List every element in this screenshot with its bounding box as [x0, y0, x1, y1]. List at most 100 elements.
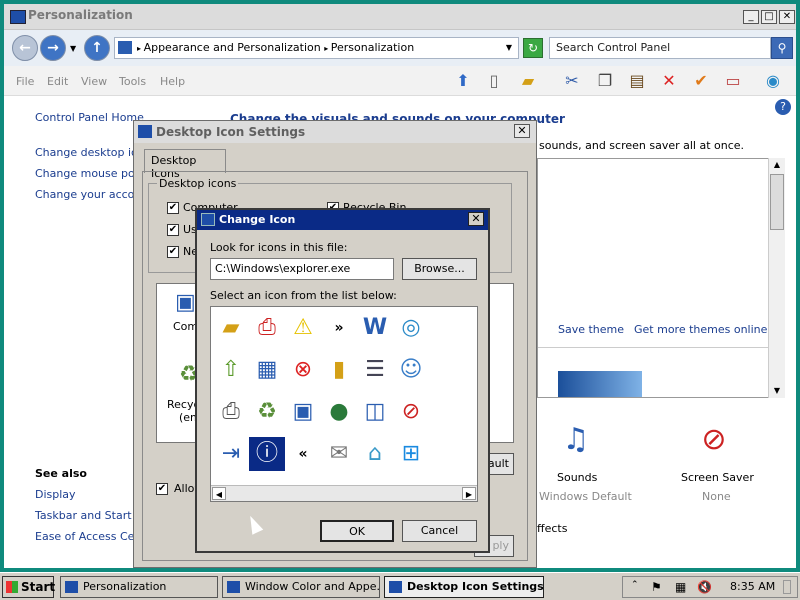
folder-up-icon[interactable]: ⇧	[213, 353, 249, 387]
close-button[interactable]: ✕	[779, 10, 795, 24]
file-path-input[interactable]: C:\Windows\explorer.exe	[210, 258, 394, 280]
scroll-down-icon[interactable]: ▼	[770, 384, 784, 398]
action-center-flag-icon[interactable]: ⚑	[651, 580, 662, 594]
taskbar-item-personalization[interactable]: Personalization	[60, 576, 218, 598]
save-theme-link[interactable]: Save theme	[558, 323, 624, 336]
folder-icon[interactable]: ▰	[517, 70, 539, 92]
computer-icon[interactable]: ▣	[175, 290, 196, 315]
link-control-panel-home[interactable]: Control Panel Home	[35, 111, 144, 124]
sounds-icon[interactable]: ♫	[552, 418, 600, 462]
theme-scrollbar[interactable]: ▲ ▼	[768, 158, 785, 398]
taskbar-item-window-color[interactable]: Window Color and Appe...	[222, 576, 380, 598]
windows-logo-icon[interactable]: ⊞	[393, 437, 429, 471]
document-list-icon[interactable]: ☰	[357, 353, 393, 387]
users-icon[interactable]: ☺	[393, 353, 429, 387]
link-change-mouse-pointers[interactable]: Change mouse point	[35, 167, 149, 180]
menu-tools[interactable]: Tools	[119, 75, 146, 88]
menu-bar: File Edit View Tools Help ⬆ ▯ ▰ ✂ ❐ ▤ ✕ …	[4, 66, 796, 96]
check-icon[interactable]: ✔	[690, 70, 712, 92]
breadcrumb-item[interactable]: Appearance and Personalization	[144, 41, 321, 54]
search-input[interactable]: Search Control Panel	[549, 37, 771, 59]
show-hidden-icons-icon[interactable]: ⌃	[631, 580, 639, 590]
scroll-up-icon[interactable]: ▲	[770, 158, 784, 172]
network-checkbox[interactable]: ✔	[167, 246, 179, 258]
menu-view[interactable]: View	[81, 75, 107, 88]
folder-yellow-icon[interactable]: ▮	[321, 353, 357, 387]
theme-thumbnail[interactable]	[558, 371, 642, 397]
link-taskbar[interactable]: Taskbar and Start M	[35, 509, 145, 522]
taskbar-item-desktop-icon-settings[interactable]: Desktop Icon Settings	[384, 576, 544, 598]
printer-help-icon[interactable]: ⎙	[249, 311, 285, 345]
forward-arrow-icon[interactable]: →	[40, 35, 66, 61]
minimize-button[interactable]: _	[743, 10, 759, 24]
allow-themes-checkbox[interactable]: ✔	[156, 483, 168, 495]
mail-icon[interactable]: ✉	[321, 437, 357, 471]
computer-icon[interactable]: ▣	[285, 395, 321, 429]
globe-icon[interactable]: ●	[321, 395, 357, 429]
volume-muted-icon[interactable]: 🔇	[697, 580, 712, 594]
network-icon[interactable]: ▦	[675, 580, 686, 594]
breadcrumb-item[interactable]: Personalization	[331, 41, 414, 54]
theme-list[interactable]: Save theme Get more themes online	[537, 158, 785, 398]
back-arrow-icon[interactable]: ←	[12, 35, 38, 61]
chevron-down-icon[interactable]: ▼	[70, 44, 76, 53]
menu-help[interactable]: Help	[160, 75, 185, 88]
breadcrumb[interactable]: ▸ Appearance and Personalization ▸ Perso…	[114, 37, 519, 59]
blocked-document-icon[interactable]: ⊘	[393, 395, 429, 429]
copy-icon[interactable]: ❐	[594, 70, 616, 92]
error-x-icon[interactable]: ⊗	[285, 353, 321, 387]
start-button[interactable]: Start	[2, 576, 55, 598]
scroll-thumb[interactable]	[770, 174, 784, 230]
link-display[interactable]: Display	[35, 488, 76, 501]
close-button[interactable]: ✕	[468, 212, 484, 226]
cancel-button[interactable]: Cancel	[402, 520, 477, 542]
help-icon[interactable]: ?	[775, 99, 791, 115]
scroll-right-icon[interactable]: ▶	[462, 487, 476, 500]
more-themes-link[interactable]: Get more themes online	[634, 323, 767, 336]
internet-globe-icon[interactable]: ◎	[393, 311, 429, 345]
chevron-down-icon[interactable]: ▼	[506, 38, 512, 58]
menu-edit[interactable]: Edit	[47, 75, 68, 88]
screen-saver-icon[interactable]: ⊘	[690, 418, 738, 462]
forward-arrows-icon[interactable]: »	[321, 311, 357, 345]
word-document-icon[interactable]: W	[357, 311, 393, 345]
recycle-bin-icon[interactable]: ♻	[249, 395, 285, 429]
scroll-left-icon[interactable]: ◀	[212, 487, 226, 500]
search-icon[interactable]: ⚲	[771, 37, 793, 59]
warning-icon[interactable]: ⚠	[285, 311, 321, 345]
cut-icon[interactable]: ✂	[561, 70, 583, 92]
folder-icon[interactable]: ▰	[213, 311, 249, 345]
maximize-button[interactable]: □	[761, 10, 777, 24]
delete-icon[interactable]: ✕	[658, 70, 680, 92]
user-files-checkbox[interactable]: ✔	[167, 224, 179, 236]
link-change-account-picture[interactable]: Change your accoun	[35, 188, 148, 201]
screen-saver-label[interactable]: Screen Saver	[681, 471, 754, 484]
basket-icon[interactable]: ⌂	[357, 437, 393, 471]
close-button[interactable]: ✕	[514, 124, 530, 138]
computer-checkbox[interactable]: ✔	[167, 202, 179, 214]
ok-button[interactable]: OK	[320, 520, 394, 542]
menu-file[interactable]: File	[16, 75, 34, 88]
properties-icon[interactable]: ▭	[722, 70, 744, 92]
sounds-label[interactable]: Sounds	[557, 471, 597, 484]
paste-icon[interactable]: ▤	[626, 70, 648, 92]
refresh-icon[interactable]: ↻	[523, 38, 543, 58]
horizontal-scrollbar[interactable]: ◀ ▶	[211, 485, 477, 501]
link-ease-of-access[interactable]: Ease of Access Cent	[35, 530, 146, 543]
exit-icon[interactable]: ⇥	[213, 437, 249, 471]
network-display-icon[interactable]: ◫	[357, 395, 393, 429]
browse-button[interactable]: Browse...	[402, 258, 477, 280]
show-desktop-button[interactable]	[783, 580, 791, 594]
up-icon[interactable]: ⬆	[452, 70, 474, 92]
clock[interactable]: 8:35 AM	[730, 580, 775, 593]
icon-grid[interactable]: ▰ ⎙ ⚠ » W ◎ ⇧ ▦ ⊗ ▮ ☰ ☺ ⎙ ♻ ▣ ● ◫ ⊘ ⇥ ⓘ …	[210, 306, 478, 502]
up-arrow-icon[interactable]: ↑	[84, 35, 110, 61]
info-icon[interactable]: ⓘ	[249, 437, 285, 471]
control-panel-icon[interactable]: ▦	[249, 353, 285, 387]
panes-icon[interactable]: ▯	[483, 70, 505, 92]
printer-icon[interactable]: ⎙	[213, 395, 249, 429]
tab-desktop-icons[interactable]: Desktop Icons	[144, 149, 226, 180]
back-arrows-icon[interactable]: «	[285, 437, 321, 471]
effects-text[interactable]: ffects	[537, 522, 567, 535]
globe-icon[interactable]: ◉	[762, 70, 784, 92]
